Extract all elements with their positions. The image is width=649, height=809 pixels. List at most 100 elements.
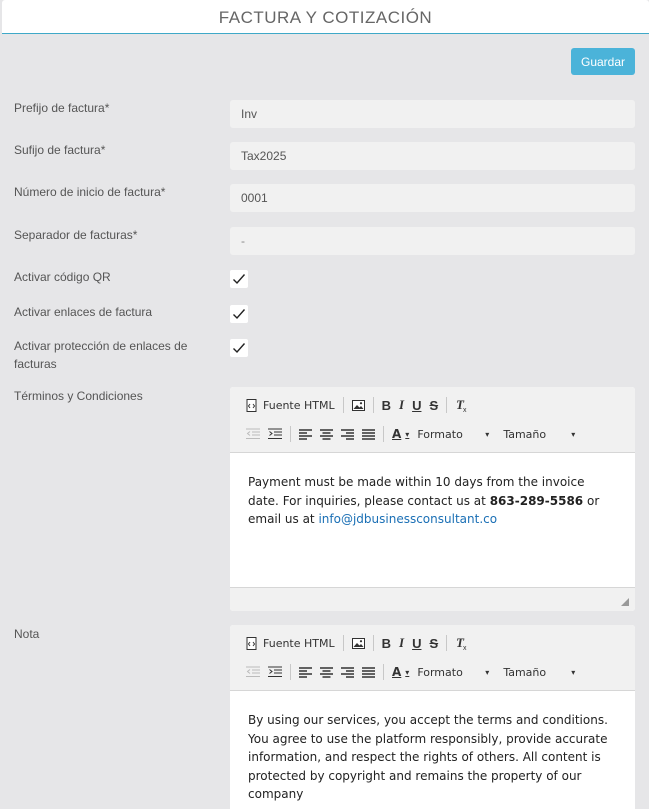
suffix-input[interactable]: Tax2025 xyxy=(230,142,635,170)
terms-content[interactable]: Payment must be made within 10 days from… xyxy=(230,453,635,529)
link-protection-checkbox[interactable] xyxy=(230,339,248,357)
resize-handle-icon[interactable] xyxy=(621,598,629,606)
align-right-icon xyxy=(341,666,354,678)
caret-down-icon: ▾ xyxy=(485,667,490,677)
note-editor[interactable]: Fuente HTML B I U S Tx A ▾ Formato ▾ Tam… xyxy=(230,625,635,809)
font-color-button[interactable]: A ▾ xyxy=(388,661,413,683)
note-content[interactable]: By using our services, you accept the te… xyxy=(230,691,635,804)
svg-text:x: x xyxy=(463,407,467,412)
remove-format-button[interactable]: Tx xyxy=(451,632,473,654)
start-number-input[interactable]: 0001 xyxy=(230,184,635,212)
align-center-button[interactable] xyxy=(316,661,337,683)
size-select[interactable]: Tamaño ▾ xyxy=(499,424,579,444)
image-icon xyxy=(351,399,365,411)
strikethrough-button[interactable]: S xyxy=(425,632,442,654)
editor-resize-bar[interactable] xyxy=(230,587,635,611)
page-title: FACTURA Y COTIZACIÓN xyxy=(218,8,433,27)
phone-number: 863-289-5586 xyxy=(489,493,584,508)
toolbar-divider xyxy=(290,664,291,680)
start-number-label: Número de inicio de factura* xyxy=(14,185,166,199)
caret-down-icon: ▾ xyxy=(405,429,410,439)
html-source-icon xyxy=(246,636,257,650)
outdent-button[interactable] xyxy=(242,423,264,445)
toolbar-divider xyxy=(372,397,374,413)
separator-label: Separador de facturas* xyxy=(14,228,138,242)
remove-format-button[interactable]: Tx xyxy=(451,394,473,416)
toolbar-divider xyxy=(446,397,448,413)
indent-icon xyxy=(268,666,282,677)
bold-button[interactable]: B xyxy=(378,632,395,654)
outdent-button[interactable] xyxy=(242,661,264,683)
align-justify-icon xyxy=(362,428,375,440)
toolbar-divider xyxy=(372,635,374,651)
source-html-button[interactable]: Fuente HTML xyxy=(242,632,339,654)
bold-button[interactable]: B xyxy=(378,394,395,416)
align-right-button[interactable] xyxy=(337,661,358,683)
toolbar-divider xyxy=(383,664,384,680)
align-left-button[interactable] xyxy=(295,661,316,683)
underline-button[interactable]: U xyxy=(408,394,425,416)
qr-checkbox[interactable] xyxy=(230,270,248,288)
email-link[interactable]: info@jdbusinessconsultant.co xyxy=(318,512,497,526)
align-center-icon xyxy=(320,428,333,440)
underline-button[interactable]: U xyxy=(408,632,425,654)
toolbar-divider xyxy=(342,635,344,651)
terms-editor[interactable]: Fuente HTML B I U S Tx A ▾ Formato ▾ Tam… xyxy=(230,387,635,611)
size-select[interactable]: Tamaño ▾ xyxy=(499,662,579,682)
indent-icon xyxy=(268,428,282,439)
strikethrough-button[interactable]: S xyxy=(425,394,442,416)
source-html-button[interactable]: Fuente HTML xyxy=(242,394,339,416)
qr-label: Activar código QR xyxy=(14,270,111,284)
image-button[interactable] xyxy=(348,394,369,416)
align-right-icon xyxy=(341,428,354,440)
links-checkbox[interactable] xyxy=(230,305,248,323)
format-select[interactable]: Formato ▾ xyxy=(413,662,493,682)
font-color-button[interactable]: A ▾ xyxy=(388,423,413,445)
image-icon xyxy=(351,637,365,649)
prefix-input[interactable]: Inv xyxy=(230,100,635,128)
links-label: Activar enlaces de factura xyxy=(14,305,153,319)
caret-down-icon: ▾ xyxy=(485,429,490,439)
align-justify-button[interactable] xyxy=(358,661,379,683)
checkmark-icon xyxy=(233,343,246,354)
toolbar-divider xyxy=(342,397,344,413)
page-header: FACTURA Y COTIZACIÓN xyxy=(2,0,649,34)
link-protection-label: Activar protección de enlaces de factura… xyxy=(14,339,188,371)
align-justify-icon xyxy=(362,666,375,678)
suffix-label: Sufijo de factura* xyxy=(14,143,106,157)
clear-format-icon: Tx xyxy=(456,636,467,650)
image-button[interactable] xyxy=(348,632,369,654)
format-select[interactable]: Formato ▾ xyxy=(413,424,493,444)
checkmark-icon xyxy=(233,274,246,285)
align-justify-button[interactable] xyxy=(358,423,379,445)
indent-button[interactable] xyxy=(264,661,286,683)
checkmark-icon xyxy=(233,309,246,320)
outdent-icon xyxy=(246,428,260,439)
separator-input[interactable]: - xyxy=(230,227,635,255)
align-right-button[interactable] xyxy=(337,423,358,445)
prefix-label: Prefijo de factura* xyxy=(14,101,110,115)
clear-format-icon: Tx xyxy=(456,398,467,412)
align-left-icon xyxy=(299,428,312,440)
align-left-button[interactable] xyxy=(295,423,316,445)
toolbar-divider xyxy=(383,426,384,442)
caret-down-icon: ▾ xyxy=(405,667,410,677)
terms-label: Términos y Condiciones xyxy=(14,389,143,403)
italic-button[interactable]: I xyxy=(395,394,408,416)
outdent-icon xyxy=(246,666,260,677)
align-center-icon xyxy=(320,666,333,678)
indent-button[interactable] xyxy=(264,423,286,445)
html-source-icon xyxy=(246,398,257,412)
save-button[interactable]: Guardar xyxy=(571,48,635,75)
caret-down-icon: ▾ xyxy=(571,429,576,439)
italic-button[interactable]: I xyxy=(395,632,408,654)
editor-toolbar: Fuente HTML B I U S Tx A ▾ Formato ▾ Tam… xyxy=(230,625,635,691)
note-label: Nota xyxy=(14,627,40,641)
caret-down-icon: ▾ xyxy=(571,667,576,677)
toolbar-divider xyxy=(290,426,291,442)
toolbar-divider xyxy=(446,635,448,651)
svg-text:x: x xyxy=(463,645,467,650)
editor-toolbar: Fuente HTML B I U S Tx A ▾ Formato ▾ Tam… xyxy=(230,387,635,453)
align-center-button[interactable] xyxy=(316,423,337,445)
align-left-icon xyxy=(299,666,312,678)
